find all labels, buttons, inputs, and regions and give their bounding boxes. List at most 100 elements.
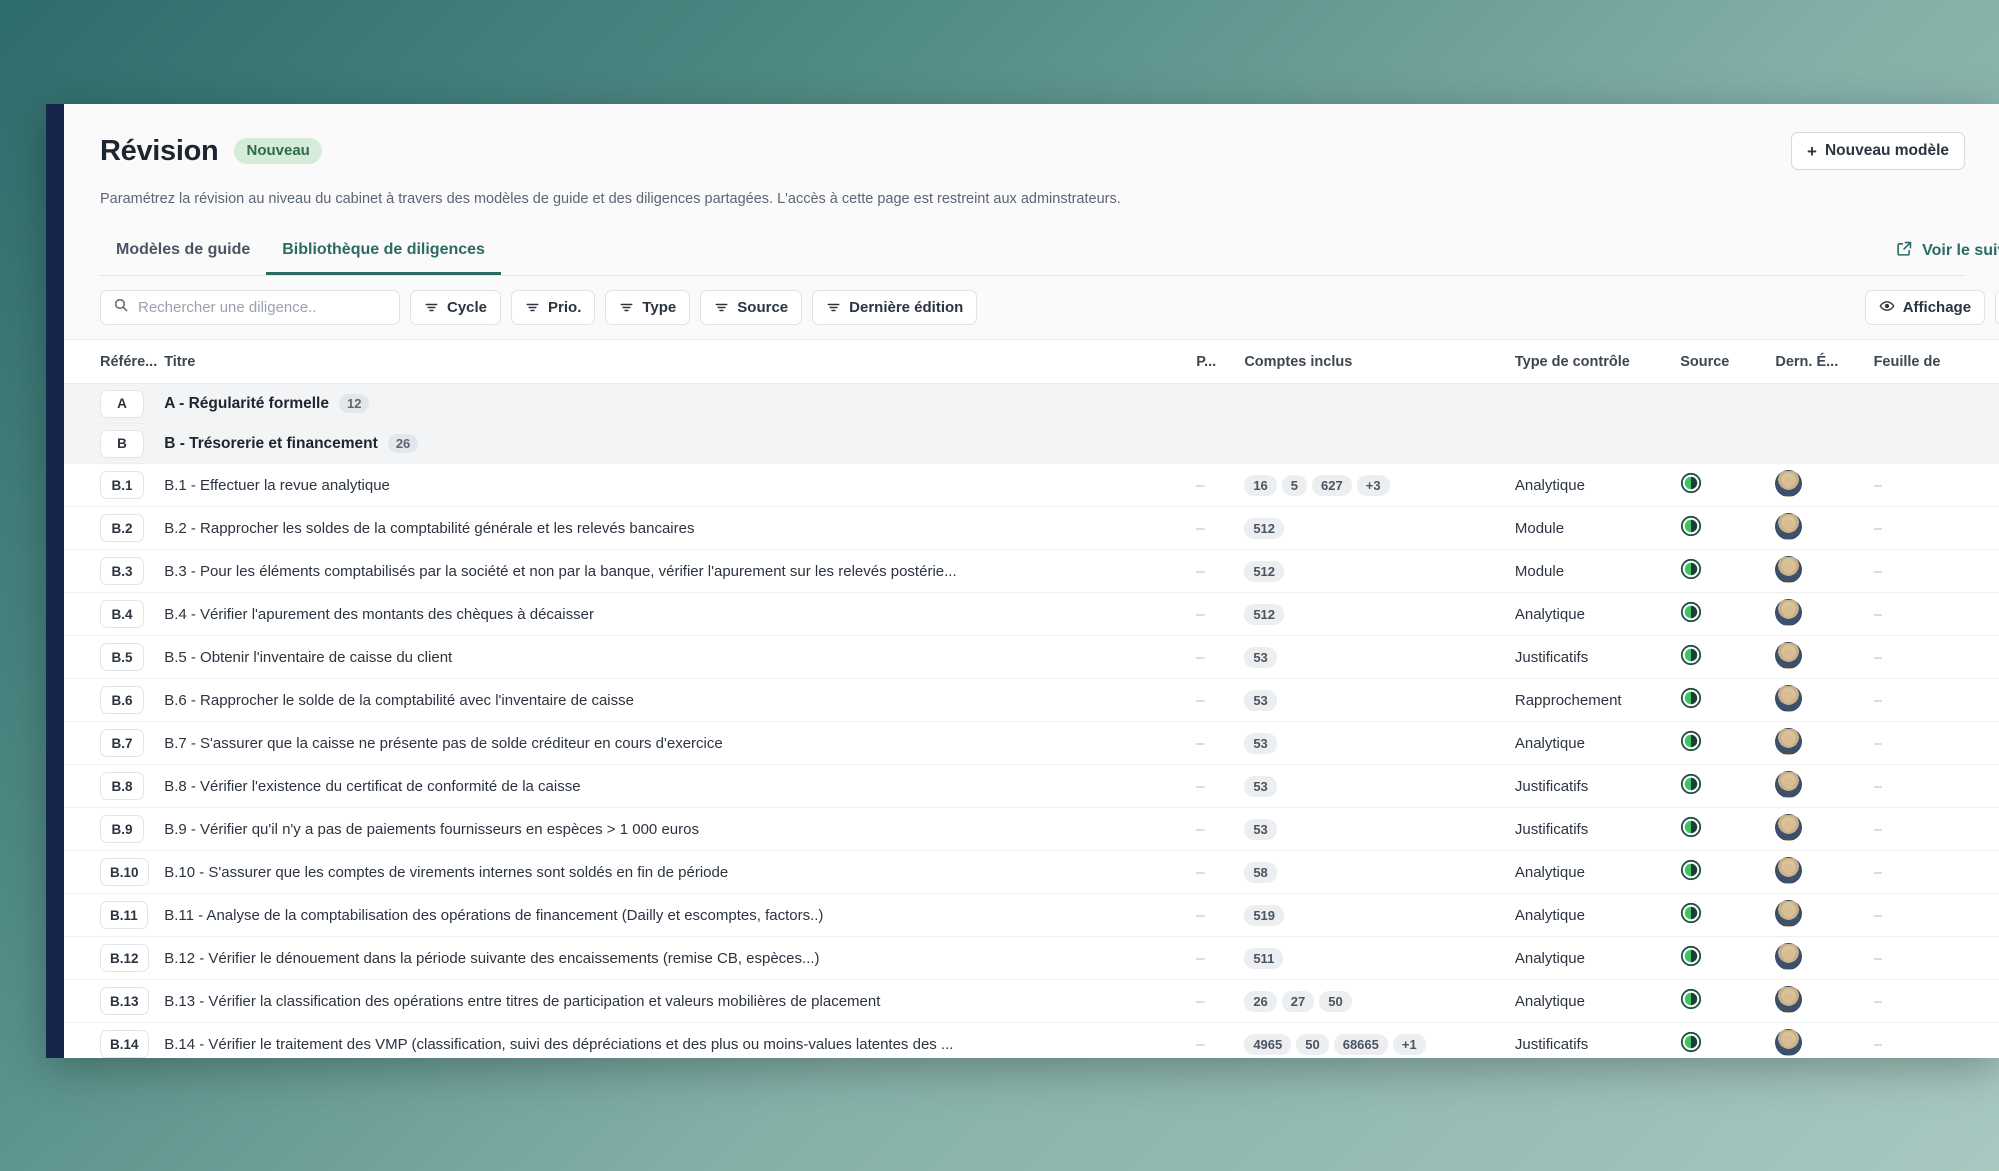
cell-last-editor	[1775, 506, 1874, 551]
cell-title[interactable]: B.2 - Rapprocher les soldes de la compta…	[164, 506, 1197, 551]
cell-title[interactable]: B.7 - S'assurer que la caisse ne présent…	[164, 721, 1197, 766]
diligence-table-container[interactable]: Référe... Titre P... Comptes inclus Type…	[64, 339, 1999, 1058]
cell-title[interactable]: B.11 - Analyse de la comptabilisation de…	[164, 893, 1197, 938]
cell-source	[1680, 506, 1776, 551]
cell-title[interactable]: B.10 - S'assurer que les comptes de vire…	[164, 850, 1197, 895]
col-feuille-de-travail[interactable]: Feuille de	[1873, 340, 1999, 385]
tab-bibliotheque-de-diligences[interactable]: Bibliothèque de diligences	[266, 235, 501, 276]
tracking-link[interactable]: Voir le suivi d	[1896, 240, 1999, 275]
col-reference[interactable]: Référe...	[64, 340, 165, 385]
main-content: Révision Nouveau + Nouveau modèle Paramé…	[64, 104, 1999, 1058]
col-priorite[interactable]: P...	[1196, 340, 1245, 385]
reference-pill: B.14	[100, 1030, 149, 1058]
filter-cycle-button[interactable]: Cycle	[410, 290, 502, 326]
cell-priority: –	[1196, 506, 1245, 551]
filter-source-label: Source	[737, 299, 789, 317]
row-title: B.8 - Vérifier l'existence du certificat…	[164, 777, 581, 795]
worksheet-empty: –	[1873, 691, 1882, 709]
cell-priority: –	[1196, 592, 1245, 637]
table-row[interactable]: B.1 B.1 - Effectuer la revue analytique – 1…	[64, 463, 1999, 508]
search-input[interactable]	[138, 299, 387, 317]
new-template-button[interactable]: + Nouveau modèle	[1791, 132, 1965, 170]
cell-title[interactable]: B.4 - Vérifier l'apurement des montants …	[164, 592, 1197, 637]
table-row[interactable]: B.11 B.11 - Analyse de la comptabilisatio…	[64, 893, 1999, 938]
cell-control-type: Analytique	[1514, 721, 1681, 766]
avatar	[1775, 942, 1803, 970]
filter-icon	[714, 300, 729, 315]
table-row[interactable]: B.8 B.8 - Vérifier l'existence du certifi…	[64, 764, 1999, 809]
table-row[interactable]: B.14 B.14 - Vérifier le traitement des VM…	[64, 1022, 1999, 1058]
worksheet-empty: –	[1873, 605, 1882, 623]
cell-reference: B.1	[64, 463, 165, 508]
left-nav-rail[interactable]	[46, 104, 64, 1058]
account-chip: 50	[1319, 990, 1352, 1012]
col-comptes-inclus[interactable]: Comptes inclus	[1244, 340, 1515, 385]
cell-title[interactable]: B.9 - Vérifier qu'il n'y a pas de paieme…	[164, 807, 1197, 852]
filter-source-button[interactable]: Source	[700, 290, 803, 326]
col-type-de-controle[interactable]: Type de contrôle	[1514, 340, 1681, 385]
cell-accounts: 519	[1244, 893, 1515, 938]
display-button[interactable]: Affichage	[1864, 290, 1986, 326]
cell-title[interactable]: B.12 - Vérifier le dénouement dans la pé…	[164, 936, 1197, 981]
page-subtitle: Paramétrez la révision au niveau du cabi…	[100, 191, 1121, 207]
cell-title[interactable]: B.5 - Obtenir l'inventaire de caisse du …	[164, 635, 1197, 680]
priority-empty: –	[1196, 734, 1205, 752]
table-row[interactable]: B.10 B.10 - S'assurer que les comptes de …	[64, 850, 1999, 895]
table-group-row[interactable]: B B - Trésorerie et financement 26	[64, 423, 1999, 465]
table-row[interactable]: B.13 B.13 - Vérifier la classification de…	[64, 979, 1999, 1024]
table-row[interactable]: B.4 B.4 - Vérifier l'apurement des montan…	[64, 592, 1999, 637]
filter-prio-button[interactable]: Prio.	[511, 290, 596, 326]
row-title: B.6 - Rapprocher le solde de la comptabi…	[164, 691, 634, 709]
account-chip: 511	[1244, 947, 1284, 969]
tab-modeles-de-guide[interactable]: Modèles de guide	[100, 235, 266, 275]
col-titre[interactable]: Titre	[164, 340, 1197, 385]
half-circle-icon	[1680, 902, 1702, 924]
table-row[interactable]: B.3 B.3 - Pour les éléments comptabilisés…	[64, 549, 1999, 594]
cell-priority: –	[1196, 549, 1245, 594]
table-row[interactable]: B.9 B.9 - Vérifier qu'il n'y a pas de pai…	[64, 807, 1999, 852]
half-circle-icon	[1680, 558, 1702, 580]
cell-title[interactable]: B.6 - Rapprocher le solde de la comptabi…	[164, 678, 1197, 723]
cell-worksheet: –	[1873, 592, 1999, 637]
cell-worksheet: –	[1873, 635, 1999, 680]
cell-title[interactable]: B.3 - Pour les éléments comptabilisés pa…	[164, 549, 1197, 594]
cell-accounts: 512	[1244, 592, 1515, 637]
cell-title[interactable]: B.1 - Effectuer la revue analytique	[164, 463, 1197, 508]
cell-reference: B.3	[64, 549, 165, 594]
cell-reference: B.5	[64, 635, 165, 680]
cell-title[interactable]: B.8 - Vérifier l'existence du certificat…	[164, 764, 1197, 809]
cell-last-editor	[1775, 592, 1874, 637]
col-source[interactable]: Source	[1680, 340, 1776, 385]
tracking-link-label: Voir le suivi d	[1922, 242, 1999, 260]
table-row[interactable]: B.6 B.6 - Rapprocher le solde de la compt…	[64, 678, 1999, 723]
cell-worksheet: –	[1873, 678, 1999, 723]
search-box[interactable]	[100, 290, 400, 326]
cell-title[interactable]: B.13 - Vérifier la classification des op…	[164, 979, 1197, 1024]
table-row[interactable]: B.12 B.12 - Vérifier le dénouement dans l…	[64, 936, 1999, 981]
account-chip: +3	[1356, 474, 1390, 496]
cell-priority: –	[1196, 463, 1245, 508]
table-row[interactable]: B.2 B.2 - Rapprocher les soldes de la com…	[64, 506, 1999, 551]
priority-empty: –	[1196, 820, 1205, 838]
cell-priority: –	[1196, 1022, 1245, 1058]
account-chip: 26	[1244, 990, 1277, 1012]
table-group-row[interactable]: A A - Régularité formelle 12	[64, 383, 1999, 425]
worksheet-empty: –	[1873, 777, 1882, 795]
table-row[interactable]: B.5 B.5 - Obtenir l'inventaire de caisse …	[64, 635, 1999, 680]
group-ref-pill: B	[100, 429, 144, 458]
account-chip: 519	[1244, 904, 1285, 926]
cell-accounts: 26 27 50	[1244, 979, 1515, 1024]
avatar	[1775, 899, 1803, 927]
cell-control-type: Justificatifs	[1514, 807, 1681, 852]
add-diligence-button[interactable]: +	[1995, 290, 1999, 326]
filter-type-button[interactable]: Type	[605, 290, 691, 326]
cell-title[interactable]: B.14 - Vérifier le traitement des VMP (c…	[164, 1022, 1197, 1058]
half-circle-icon	[1680, 859, 1702, 881]
cell-control-type: Analytique	[1514, 936, 1681, 981]
priority-empty: –	[1196, 648, 1205, 666]
group-count-badge: 12	[338, 394, 370, 414]
table-row[interactable]: B.7 B.7 - S'assurer que la caisse ne prés…	[64, 721, 1999, 766]
tabs-row: Modèles de guide Bibliothèque de diligen…	[100, 235, 1999, 277]
filter-derniere-edition-button[interactable]: Dernière édition	[812, 290, 978, 326]
col-derniere-edition[interactable]: Dern. É...	[1775, 340, 1874, 385]
